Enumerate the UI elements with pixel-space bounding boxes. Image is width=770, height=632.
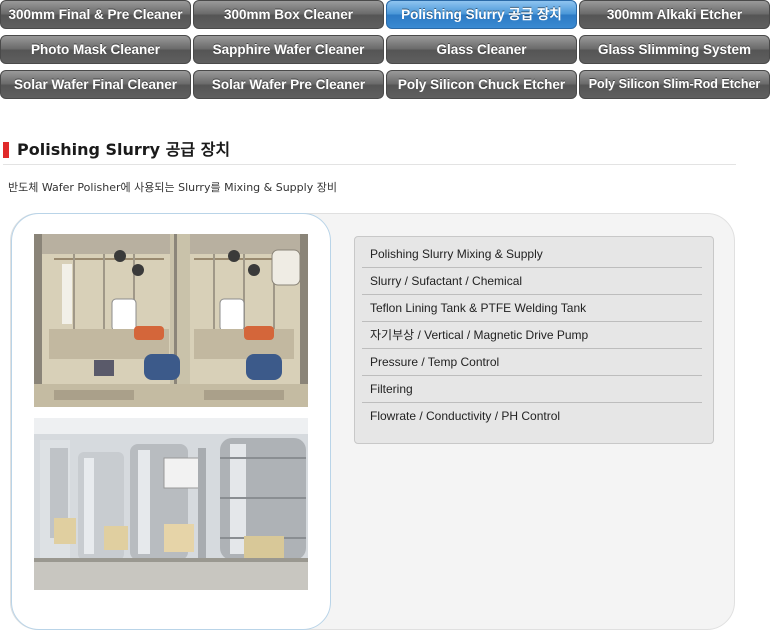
feature-item: 자기부상 / Vertical / Magnetic Drive Pump bbox=[362, 322, 702, 349]
feature-list: Polishing Slurry Mixing & Supply Slurry … bbox=[362, 241, 702, 430]
tab-photo-mask-cleaner[interactable]: Photo Mask Cleaner bbox=[0, 35, 191, 64]
feature-item: Polishing Slurry Mixing & Supply bbox=[362, 241, 702, 268]
equipment-photo-top bbox=[34, 234, 308, 407]
feature-item: Pressure / Temp Control bbox=[362, 349, 702, 376]
page-description: 반도체 Wafer Polisher에 사용되는 Slurry를 Mixing … bbox=[8, 181, 337, 194]
equipment-photo-bottom bbox=[34, 418, 308, 590]
section-heading: Polishing Slurry 공급 장치 bbox=[3, 139, 736, 165]
feature-list-box: Polishing Slurry Mixing & Supply Slurry … bbox=[354, 236, 714, 444]
tab-300mm-alkaki-etcher[interactable]: 300mm Alkaki Etcher bbox=[579, 0, 770, 29]
tab-solar-wafer-pre-cleaner[interactable]: Solar Wafer Pre Cleaner bbox=[193, 70, 384, 99]
tab-300mm-box-cleaner[interactable]: 300mm Box Cleaner bbox=[193, 0, 384, 29]
title-accent-bar bbox=[3, 142, 9, 158]
tab-sapphire-wafer-cleaner[interactable]: Sapphire Wafer Cleaner bbox=[193, 35, 384, 64]
feature-item: Teflon Lining Tank & PTFE Welding Tank bbox=[362, 295, 702, 322]
feature-item: Filtering bbox=[362, 376, 702, 403]
feature-item: Flowrate / Conductivity / PH Control bbox=[370, 409, 561, 423]
page-title: Polishing Slurry 공급 장치 bbox=[17, 140, 231, 159]
tab-polishing-slurry[interactable]: Polishing Slurry 공급 장치 bbox=[386, 0, 577, 29]
tab-glass-slimming-system[interactable]: Glass Slimming System bbox=[579, 35, 770, 64]
tab-solar-wafer-final-cleaner[interactable]: Solar Wafer Final Cleaner bbox=[0, 70, 191, 99]
tab-glass-cleaner[interactable]: Glass Cleaner bbox=[386, 35, 577, 64]
feature-item: Slurry / Sufactant / Chemical bbox=[362, 268, 702, 295]
tab-300mm-final-pre-cleaner[interactable]: 300mm Final & Pre Cleaner bbox=[0, 0, 191, 29]
tab-poly-silicon-slim-rod-etcher[interactable]: Poly Silicon Slim-Rod Etcher bbox=[579, 70, 770, 99]
product-tab-bar: 300mm Final & Pre Cleaner 300mm Box Clea… bbox=[0, 0, 770, 100]
tab-poly-silicon-chuck-etcher[interactable]: Poly Silicon Chuck Etcher bbox=[386, 70, 577, 99]
